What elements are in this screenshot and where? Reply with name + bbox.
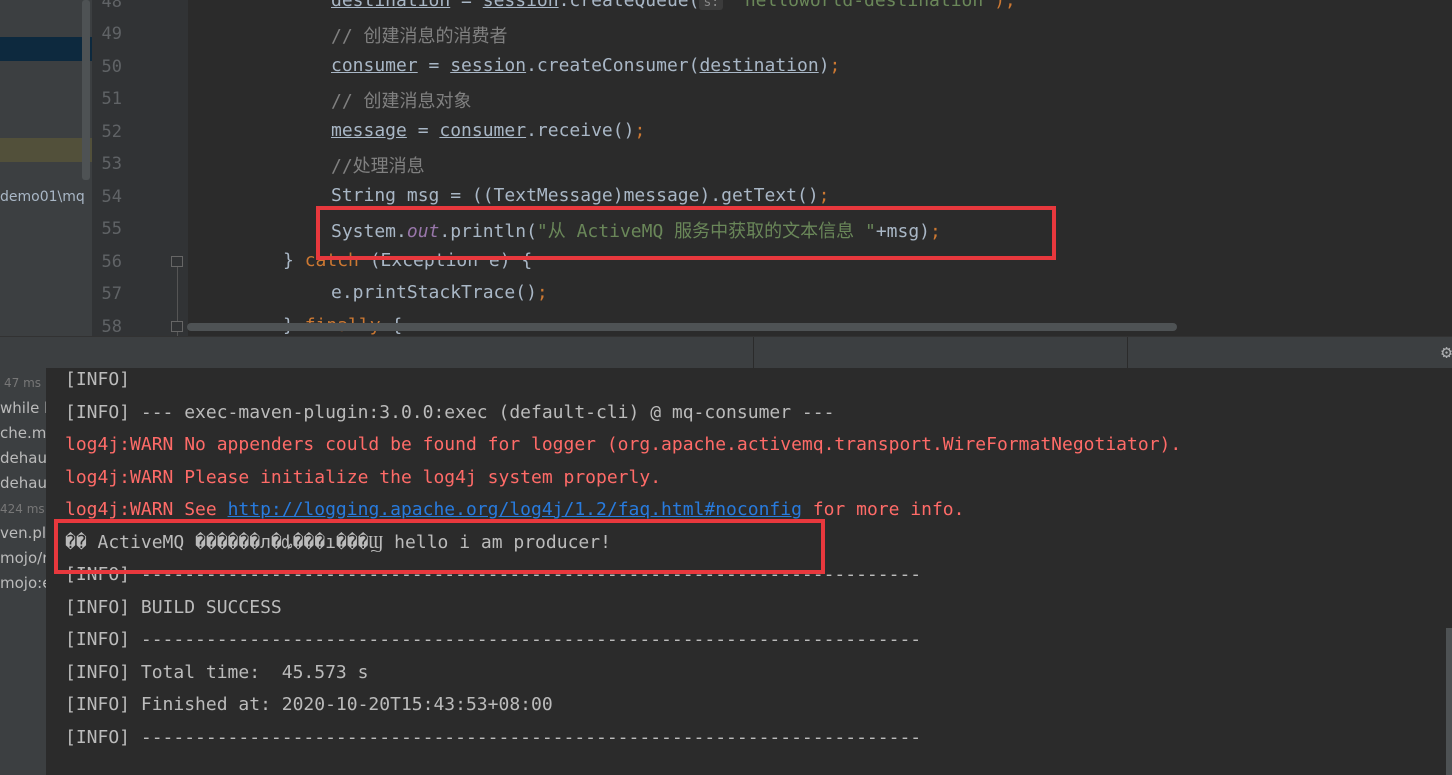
console-line: [INFO] --- exec-maven-plugin:3.0.0:exec … — [65, 402, 835, 423]
run-tree-panel[interactable]: 47 ms while b che.m dehaus dehaus 424 ms… — [0, 368, 46, 775]
console-vertical-scrollbar[interactable] — [1446, 628, 1452, 775]
code-string: "helloworld-destination" — [733, 0, 995, 11]
console-warn-line: log4j:WARN See http://logging.apache.org… — [65, 499, 964, 520]
code-token: = — [417, 55, 451, 76]
code-token: } — [283, 250, 305, 271]
code-token: destination — [699, 55, 819, 76]
console-warn-text: log4j:WARN See — [65, 499, 228, 520]
fold-marker-icon[interactable] — [171, 321, 183, 332]
line-number: 53 — [101, 154, 122, 174]
code-token: ; — [634, 120, 646, 141]
gear-icon[interactable]: ⚙ — [1441, 342, 1452, 363]
line-number: 57 — [101, 284, 122, 304]
run-tree-item[interactable]: dehaus — [0, 449, 46, 467]
console-line: [INFO] Finished at: 2020-10-20T15:43:53+… — [65, 694, 553, 715]
project-tree-highlight-row[interactable] — [0, 138, 92, 162]
run-tree-item[interactable]: che.m — [0, 424, 46, 442]
run-tree-item[interactable]: dehaus — [0, 474, 46, 492]
editor-horizontal-scrollbar[interactable] — [187, 323, 1177, 331]
project-panel-scrollbar[interactable] — [82, 0, 90, 180]
code-token: session — [450, 55, 527, 76]
line-number: 50 — [101, 57, 122, 77]
code-editor[interactable]: destination = session.createQueue(s: "he… — [188, 0, 1452, 336]
code-line-52: message = consumer.receive(); — [331, 120, 645, 141]
code-line-57: e.printStackTrace(); — [331, 282, 548, 303]
project-path-fragment: demo01\mq — [0, 189, 85, 205]
code-token: ) — [818, 55, 830, 76]
code-comment-53: //处理消息 — [331, 156, 425, 177]
project-panel[interactable]: demo01\mq — [0, 0, 92, 336]
project-tree-selected-row[interactable] — [0, 37, 92, 61]
console-line: [INFO] Total time: 45.573 s — [65, 662, 369, 683]
code-token: consumer — [331, 55, 418, 76]
console-line: [INFO] ---------------------------------… — [65, 629, 922, 650]
run-tree-item[interactable]: ven.plu — [0, 524, 46, 542]
run-tree-item[interactable]: mojo:e — [0, 574, 46, 592]
code-comment-49: // 创建消息的消费者 — [331, 26, 508, 47]
code-line-48: destination = session.createQueue(s: "he… — [331, 0, 1016, 11]
console-line: [INFO] BUILD SUCCESS — [65, 597, 282, 618]
run-toolbar: ⚙ — [0, 336, 1452, 369]
line-number: 58 — [101, 317, 122, 337]
code-token: e.printStackTrace() — [331, 282, 537, 303]
code-token: .createQueue( — [558, 0, 700, 11]
fold-marker-icon[interactable] — [171, 256, 183, 267]
code-token: message — [331, 120, 407, 141]
code-line-50: consumer = session.createConsumer(destin… — [331, 55, 840, 76]
run-tree-item[interactable]: mojo/m — [0, 549, 46, 567]
code-token: destination — [331, 0, 451, 11]
line-number: 56 — [101, 252, 122, 272]
toolbar-divider — [753, 337, 754, 369]
code-token: = — [450, 0, 483, 11]
line-number: 55 — [101, 219, 122, 239]
run-tree-time: 47 ms — [4, 376, 42, 390]
code-token: consumer — [439, 120, 527, 141]
code-token: ; — [818, 185, 830, 206]
console-warn-text: for more info. — [801, 499, 965, 520]
console-link[interactable]: http://logging.apache.org/log4j/1.2/faq.… — [228, 499, 802, 520]
code-token: ; — [829, 55, 841, 76]
toolbar-divider — [1127, 337, 1128, 369]
parameter-hint: s: — [699, 0, 724, 10]
code-token: session — [482, 0, 559, 11]
highlight-box-console — [54, 519, 825, 574]
console-line: [INFO] — [65, 369, 131, 390]
console-warn-line: log4j:WARN No appenders could be found f… — [65, 434, 1182, 455]
code-token: = — [406, 120, 440, 141]
console-line: [INFO] ---------------------------------… — [65, 727, 922, 748]
code-token: .receive() — [526, 120, 635, 141]
code-line-54: String msg = ((TextMessage)message).getT… — [331, 185, 830, 206]
run-tree-time: 424 ms — [0, 502, 45, 516]
line-number: 48 — [101, 0, 122, 12]
code-comment-51: // 创建消息对象 — [331, 91, 472, 112]
line-number: 51 — [101, 89, 122, 109]
line-number: 54 — [101, 187, 122, 207]
code-token: ; — [536, 282, 548, 303]
code-token: String msg = ((TextMessage)message).getT… — [331, 185, 819, 206]
run-tree-item[interactable]: while b — [0, 399, 46, 417]
line-number: 52 — [101, 122, 122, 142]
highlight-box-code — [316, 206, 1056, 260]
console-warn-line: log4j:WARN Please initialize the log4j s… — [65, 467, 662, 488]
code-token: ); — [994, 0, 1016, 11]
line-number: 49 — [101, 24, 122, 44]
code-token: .createConsumer( — [526, 55, 700, 76]
